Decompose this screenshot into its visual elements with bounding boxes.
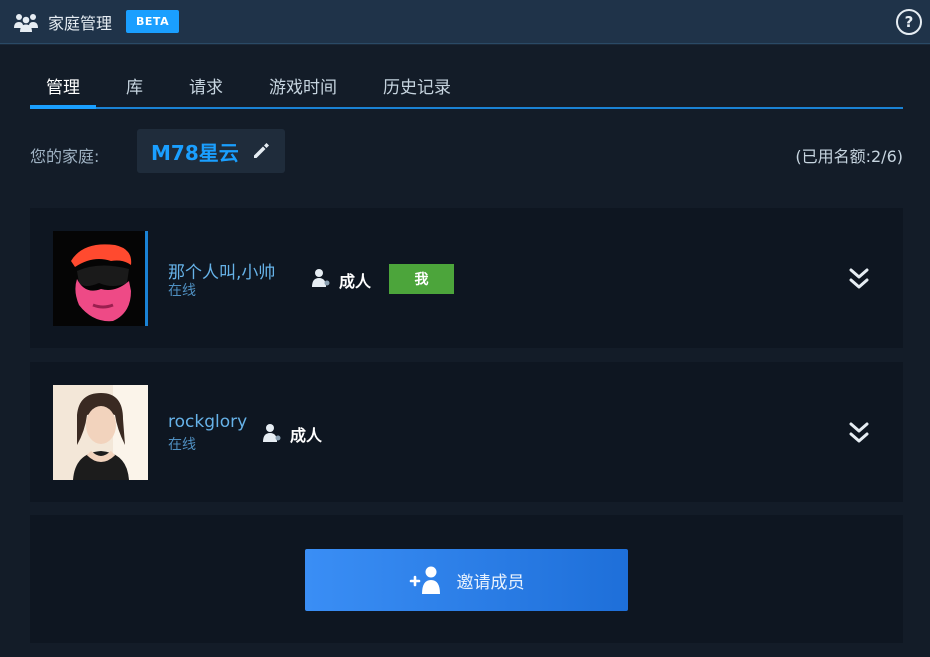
double-chevron-down-icon[interactable] xyxy=(848,267,870,291)
page-title: 家庭管理 xyxy=(48,13,113,33)
invite-button-label: 邀请成员 xyxy=(456,572,525,593)
member-name[interactable]: rockglory xyxy=(168,412,247,432)
me-badge: 我 xyxy=(389,264,454,294)
adult-user-icon xyxy=(312,269,330,287)
member-card: rockglory 在线 成人 xyxy=(30,362,903,502)
family-label: 您的家庭: xyxy=(30,147,100,166)
family-info-row: 您的家庭: M78星云 (已用名额:2/6) xyxy=(30,129,903,175)
tab-library[interactable]: 库 xyxy=(110,63,159,107)
top-bar: 家庭管理 BETA ? xyxy=(0,0,930,44)
family-name-editor[interactable]: M78星云 xyxy=(137,129,285,173)
avatar[interactable] xyxy=(53,385,148,480)
avatar[interactable] xyxy=(53,231,148,326)
quota-text: (已用名额:2/6) xyxy=(795,147,903,166)
family-name: M78星云 xyxy=(151,140,239,165)
main-panel: 管理 库 请求 游戏时间 历史记录 您的家庭: M78星云 (已用名额:2/6) xyxy=(0,45,930,657)
invite-member-button[interactable]: 邀请成员 xyxy=(305,549,628,611)
avatar-image xyxy=(53,385,148,480)
adult-user-icon xyxy=(263,424,281,442)
double-chevron-down-icon[interactable] xyxy=(848,421,870,445)
pencil-icon[interactable] xyxy=(251,141,271,161)
avatar-image xyxy=(53,231,145,326)
tab-bar: 管理 库 请求 游戏时间 历史记录 xyxy=(30,63,903,109)
help-icon[interactable]: ? xyxy=(896,9,922,35)
member-role: 成人 xyxy=(290,426,323,445)
invite-panel: 邀请成员 xyxy=(30,515,903,643)
family-icon xyxy=(14,13,38,32)
member-status: 在线 xyxy=(168,437,196,453)
tab-requests[interactable]: 请求 xyxy=(173,63,239,107)
tab-manage[interactable]: 管理 xyxy=(30,63,96,109)
add-user-icon xyxy=(409,566,440,594)
member-status: 在线 xyxy=(168,283,196,299)
member-card: 那个人叫,小帅 在线 成人 我 xyxy=(30,208,903,348)
beta-badge: BETA xyxy=(126,10,180,33)
member-role: 成人 xyxy=(339,272,372,291)
tab-history[interactable]: 历史记录 xyxy=(367,63,467,107)
tab-playtime[interactable]: 游戏时间 xyxy=(253,63,353,107)
